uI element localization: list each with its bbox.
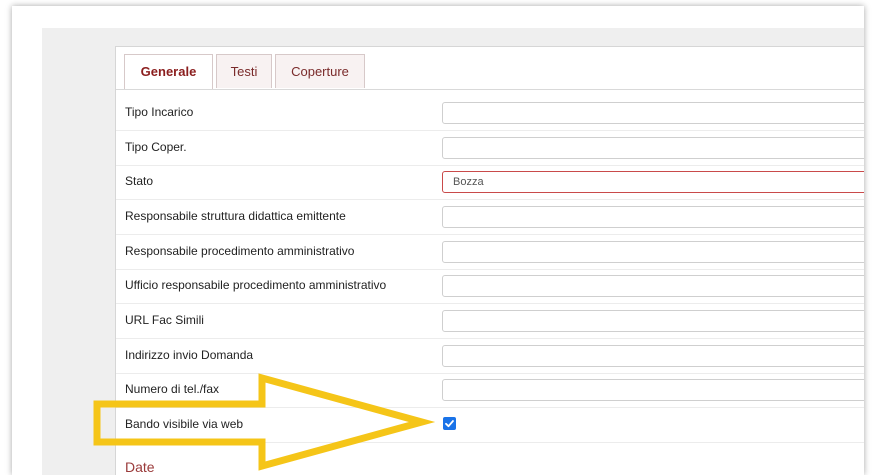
input-tipo-incarico[interactable] [442, 102, 864, 124]
tab-testi[interactable]: Testi [216, 54, 272, 88]
label-responsabile-struttura: Responsabile struttura didattica emitten… [125, 209, 346, 223]
label-tipo-coper: Tipo Coper. [125, 140, 187, 154]
tab-generale[interactable]: Generale [124, 54, 213, 89]
checkmark-icon [445, 420, 454, 428]
screenshot-frame: Generale Testi Coperture Tipo Incarico T… [12, 6, 864, 475]
section-date-label: Date [125, 459, 155, 475]
form-row-responsabile-procedimento: Responsabile procedimento amministrativo [116, 235, 864, 270]
label-stato: Stato [125, 174, 154, 188]
label-responsabile-procedimento: Responsabile procedimento amministrativo [125, 244, 355, 258]
input-numero-tel[interactable] [442, 379, 864, 401]
input-indirizzo-invio[interactable] [442, 345, 864, 367]
form-row-tipo-incarico: Tipo Incarico [116, 96, 864, 131]
label-ufficio-responsabile: Ufficio responsabile procedimento ammini… [125, 278, 387, 292]
form-row-bando-visibile: Bando visibile via web [116, 408, 864, 443]
input-responsabile-procedimento[interactable] [442, 241, 864, 263]
form-row-ufficio-responsabile: Ufficio responsabile procedimento ammini… [116, 269, 864, 304]
input-url-fac-simili[interactable] [442, 310, 864, 332]
label-tipo-incarico: Tipo Incarico [125, 105, 194, 119]
label-indirizzo-invio: Indirizzo invio Domanda [125, 348, 254, 362]
bando-visibile-checkbox[interactable] [443, 417, 456, 430]
label-bando-visibile: Bando visibile via web [125, 417, 244, 431]
form-row-numero-tel: Numero di tel./fax [116, 373, 864, 408]
label-numero-tel: Numero di tel./fax [125, 382, 220, 396]
form-panel: Generale Testi Coperture Tipo Incarico T… [115, 46, 864, 475]
form-row-responsabile-struttura: Responsabile struttura didattica emitten… [116, 200, 864, 235]
tab-coperture[interactable]: Coperture [275, 54, 365, 88]
form-row-url-fac-simili: URL Fac Simili [116, 304, 864, 339]
label-url-fac-simili: URL Fac Simili [125, 313, 204, 327]
input-ufficio-responsabile[interactable] [442, 275, 864, 297]
tab-bar: Generale Testi Coperture [116, 47, 864, 90]
input-stato[interactable]: Bozza [442, 171, 864, 193]
form-row-indirizzo-invio: Indirizzo invio Domanda [116, 339, 864, 374]
form-row-stato: Stato Bozza [116, 165, 864, 200]
form-row-tipo-coper: Tipo Coper. [116, 131, 864, 166]
input-tipo-coper[interactable] [442, 137, 864, 159]
input-responsabile-struttura[interactable] [442, 206, 864, 228]
